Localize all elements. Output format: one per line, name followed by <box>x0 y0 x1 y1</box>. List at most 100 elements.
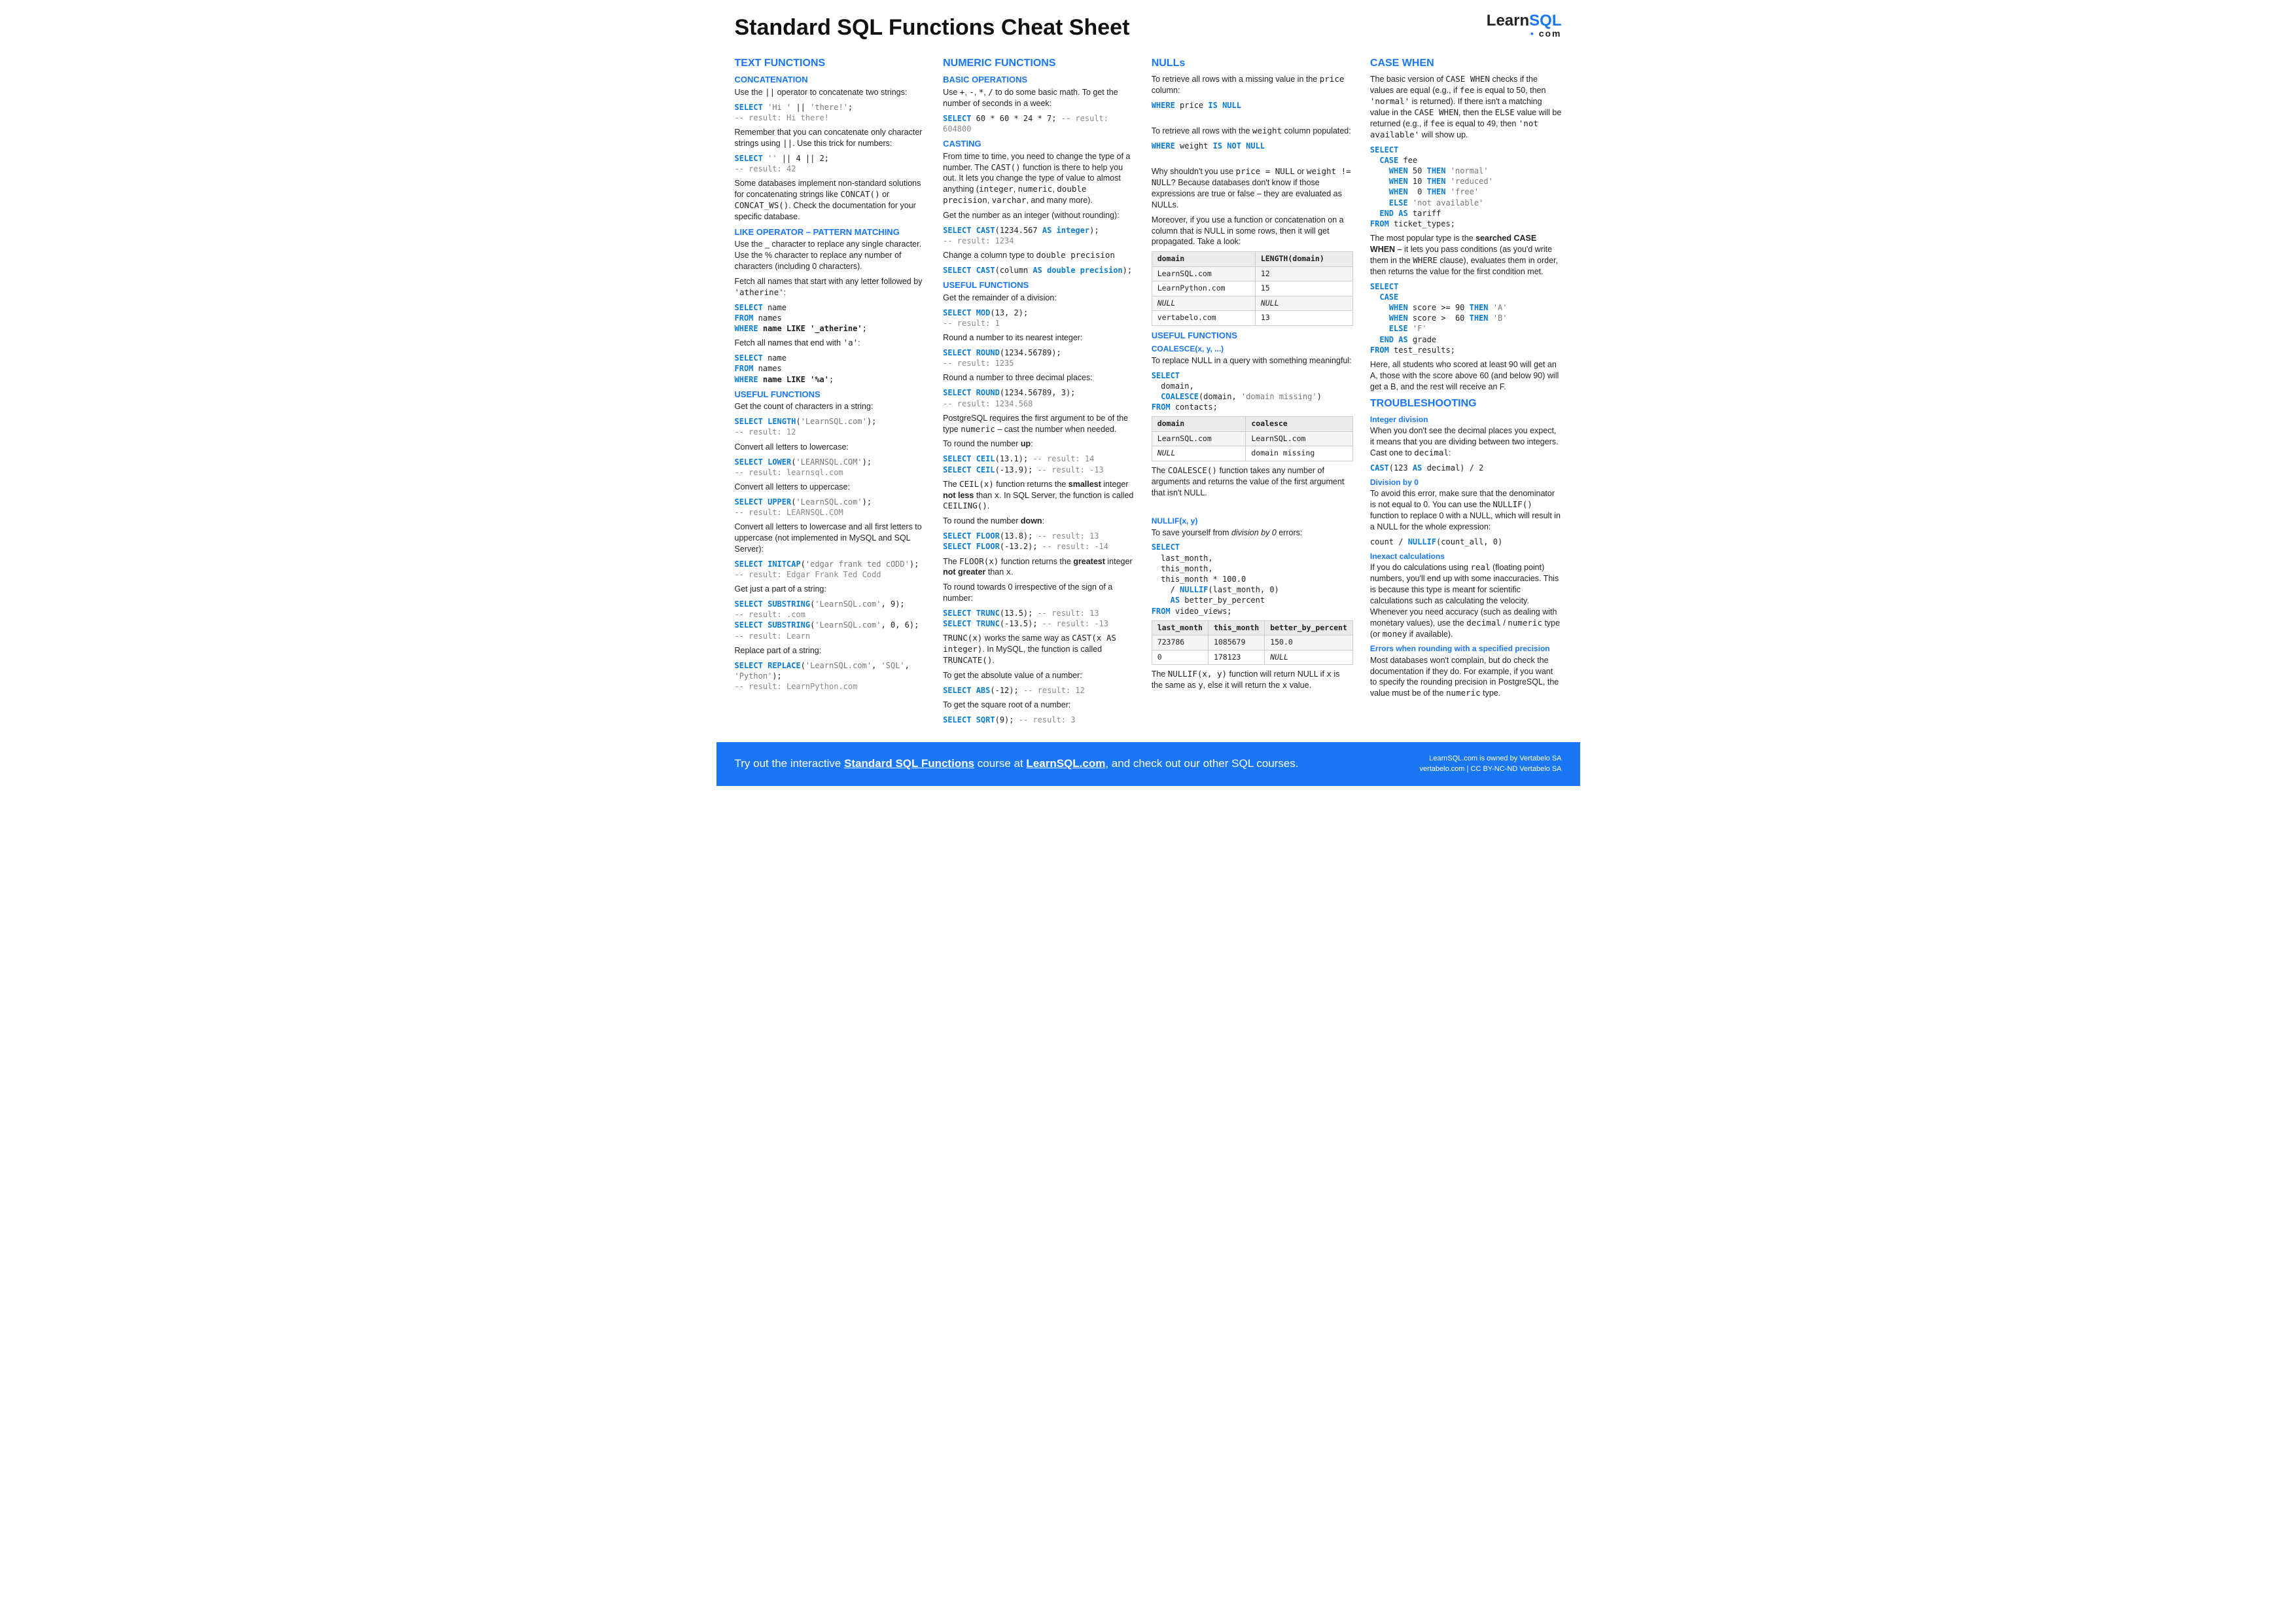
cast-p2: Get the number as an integer (without ro… <box>943 210 1135 221</box>
footer-left: Try out the interactive Standard SQL Fun… <box>735 757 1299 772</box>
td: NULL <box>1152 446 1246 461</box>
u4-c: SELECT INITCAP('edgar frank ted cODD'); … <box>735 559 927 580</box>
c2u5-p: To round the number down: <box>943 516 1135 527</box>
heading-useful-2: USEFUL FUNCTIONS <box>943 279 1135 291</box>
ni-p: To save yourself from division by 0 erro… <box>1152 527 1353 539</box>
cast-p1: From time to time, you need to change th… <box>943 151 1135 206</box>
footer-link-site[interactable]: LearnSQL.com <box>1026 757 1105 770</box>
column-4: CASE WHEN The basic version of CASE WHEN… <box>1370 55 1562 729</box>
t4-h: Errors when rounding with a specified pr… <box>1370 643 1562 654</box>
c2u5-c: SELECT FLOOR(13.8); -- result: 13 SELECT… <box>943 531 1135 552</box>
heading-like: LIKE OPERATOR – PATTERN MATCHING <box>735 226 927 238</box>
heading-concatenation: CONCATENATION <box>735 74 927 86</box>
heading-useful-3: USEFUL FUNCTIONS <box>1152 330 1353 342</box>
concat-code-1: SELECT 'Hi ' || 'there!'; -- result: Hi … <box>735 102 927 123</box>
u2-c: SELECT LOWER('LEARNSQL.COM'); -- result:… <box>735 457 927 478</box>
like-desc-3: Fetch all names that end with 'a': <box>735 338 927 349</box>
td: LearnSQL.com <box>1152 431 1246 446</box>
td: vertabelo.com <box>1152 311 1255 326</box>
u5-c: SELECT SUBSTRING('LearnSQL.com', 9); -- … <box>735 599 927 641</box>
c2u6-c: SELECT TRUNC(13.5); -- result: 13 SELECT… <box>943 608 1135 629</box>
like-desc-1: Use the _ character to replace any singl… <box>735 239 927 272</box>
concat-desc-2: Remember that you can concatenate only c… <box>735 127 927 149</box>
co-p2: The COALESCE() function takes any number… <box>1152 465 1353 499</box>
c2u3-c: SELECT ROUND(1234.56789, 3); -- result: … <box>943 387 1135 408</box>
u6-p: Replace part of a string: <box>735 645 927 656</box>
c2u4-c: SELECT CEIL(13.1); -- result: 14 SELECT … <box>943 454 1135 474</box>
table-nullif: last_monththis_monthbetter_by_percent 72… <box>1152 620 1353 666</box>
heading-nulls: NULLs <box>1152 56 1353 71</box>
c2u3-p2: PostgreSQL requires the first argument t… <box>943 413 1135 435</box>
concat-code-2: SELECT '' || 4 || 2; -- result: 42 <box>735 153 927 174</box>
th: last_month <box>1152 620 1208 635</box>
basic-c: SELECT 60 * 60 * 24 * 7; -- result: 6048… <box>943 113 1135 134</box>
c2u5-p2: The FLOOR(x) function returns the greate… <box>943 556 1135 579</box>
footer-text: , and check out our other SQL courses. <box>1105 757 1298 770</box>
concat-desc-3: Some databases implement non-standard so… <box>735 178 927 223</box>
footer-text: course at <box>974 757 1026 770</box>
c2u1-c: SELECT MOD(13, 2); -- result: 1 <box>943 308 1135 329</box>
footer-link-course[interactable]: Standard SQL Functions <box>844 757 974 770</box>
c2u3-p: Round a number to three decimal places: <box>943 372 1135 383</box>
c2u4-p: To round the number up: <box>943 438 1135 450</box>
cw-p2: The most popular type is the searched CA… <box>1370 233 1562 277</box>
heading-coalesce: COALESCE(x, y, ...) <box>1152 344 1353 354</box>
td: 150.0 <box>1265 635 1353 651</box>
logo-pre: Learn <box>1487 12 1529 29</box>
c2u4-p2: The CEIL(x) function returns the smalles… <box>943 479 1135 512</box>
column-3: NULLs To retrieve all rows with a missin… <box>1152 55 1353 729</box>
like-code-2: SELECT name FROM names WHERE name LIKE '… <box>735 353 927 385</box>
heading-numeric: NUMERIC FUNCTIONS <box>943 56 1135 71</box>
td: NULL <box>1255 296 1352 311</box>
t2-p: To avoid this error, make sure that the … <box>1370 488 1562 533</box>
t3-h: Inexact calculations <box>1370 551 1562 562</box>
c2u6-p2: TRUNC(x) works the same way as CAST(x AS… <box>943 633 1135 666</box>
t3-p: If you do calculations using real (float… <box>1370 562 1562 639</box>
basic-p: Use +, -, *, / to do some basic math. To… <box>943 87 1135 109</box>
c2u2-c: SELECT ROUND(1234.56789); -- result: 123… <box>943 348 1135 368</box>
cw-p3: Here, all students who scored at least 9… <box>1370 359 1562 393</box>
th: domain <box>1152 252 1255 267</box>
td: LearnPython.com <box>1152 281 1255 296</box>
td: 15 <box>1255 281 1352 296</box>
n1-c: WHERE price IS NULL <box>1152 100 1353 111</box>
heading-useful-1: USEFUL FUNCTIONS <box>735 389 927 401</box>
footer-text: Try out the interactive <box>735 757 845 770</box>
concat-desc-1: Use the || operator to concatenate two s… <box>735 87 927 98</box>
u3-p: Convert all letters to uppercase: <box>735 482 927 493</box>
t2-h: Division by 0 <box>1370 477 1562 488</box>
c2u7-c: SELECT ABS(-12); -- result: 12 <box>943 685 1135 696</box>
like-code-1: SELECT name FROM names WHERE name LIKE '… <box>735 302 927 334</box>
t1-h: Integer division <box>1370 414 1562 425</box>
td: LearnSQL.com <box>1246 431 1353 446</box>
th: better_by_percent <box>1265 620 1353 635</box>
c2u1-p: Get the remainder of a division: <box>943 293 1135 304</box>
heading-basic: BASIC OPERATIONS <box>943 74 1135 86</box>
n1-p: To retrieve all rows with a missing valu… <box>1152 74 1353 96</box>
logo-sub: com <box>1539 28 1562 39</box>
logo: LearnSQL • com <box>1487 13 1562 38</box>
cast-c1: SELECT CAST(1234.567 AS integer); -- res… <box>943 225 1135 246</box>
u1-c: SELECT LENGTH('LearnSQL.com'); -- result… <box>735 416 927 437</box>
c2u2-p: Round a number to its nearest integer: <box>943 332 1135 344</box>
heading-text-functions: TEXT FUNCTIONS <box>735 56 927 71</box>
ni-p2: The NULLIF(x, y) function will return NU… <box>1152 669 1353 691</box>
u4-p: Convert all letters to lowercase and all… <box>735 522 927 555</box>
footer: Try out the interactive Standard SQL Fun… <box>716 742 1580 786</box>
cw-c1: SELECT CASE fee WHEN 50 THEN 'normal' WH… <box>1370 145 1562 230</box>
cast-c2: SELECT CAST(column AS double precision); <box>943 265 1135 276</box>
cw-p1: The basic version of CASE WHEN checks if… <box>1370 74 1562 140</box>
u6-c: SELECT REPLACE('LearnSQL.com', 'SQL', 'P… <box>735 660 927 692</box>
t2-c: count / NULLIF(count_all, 0) <box>1370 537 1562 547</box>
footer-right: LearnSQL.com is owned by Vertabelo SA ve… <box>1419 754 1561 774</box>
td: 0 <box>1152 650 1208 665</box>
t1-p: When you don't see the decimal places yo… <box>1370 425 1562 459</box>
th: LENGTH(domain) <box>1255 252 1352 267</box>
heading-troubleshooting: TROUBLESHOOTING <box>1370 397 1562 411</box>
c2u6-p: To round towards 0 irrespective of the s… <box>943 582 1135 604</box>
td: 178123 <box>1208 650 1264 665</box>
cast-p3: Change a column type to double precision <box>943 250 1135 261</box>
u5-p: Get just a part of a string: <box>735 584 927 595</box>
u1-p: Get the count of characters in a string: <box>735 401 927 412</box>
co-p: To replace NULL in a query with somethin… <box>1152 355 1353 366</box>
